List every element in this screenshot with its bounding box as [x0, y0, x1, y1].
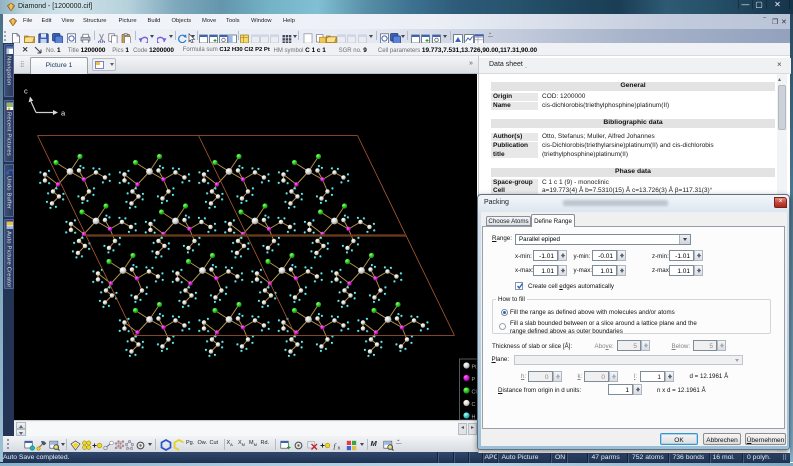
svg-text:C: C: [472, 402, 476, 408]
svg-text:P: P: [472, 377, 476, 383]
svg-text:x: x: [337, 446, 340, 452]
svg-text:Cl: Cl: [472, 389, 477, 395]
svg-text:c: c: [24, 86, 28, 95]
svg-text:f: f: [333, 442, 336, 451]
